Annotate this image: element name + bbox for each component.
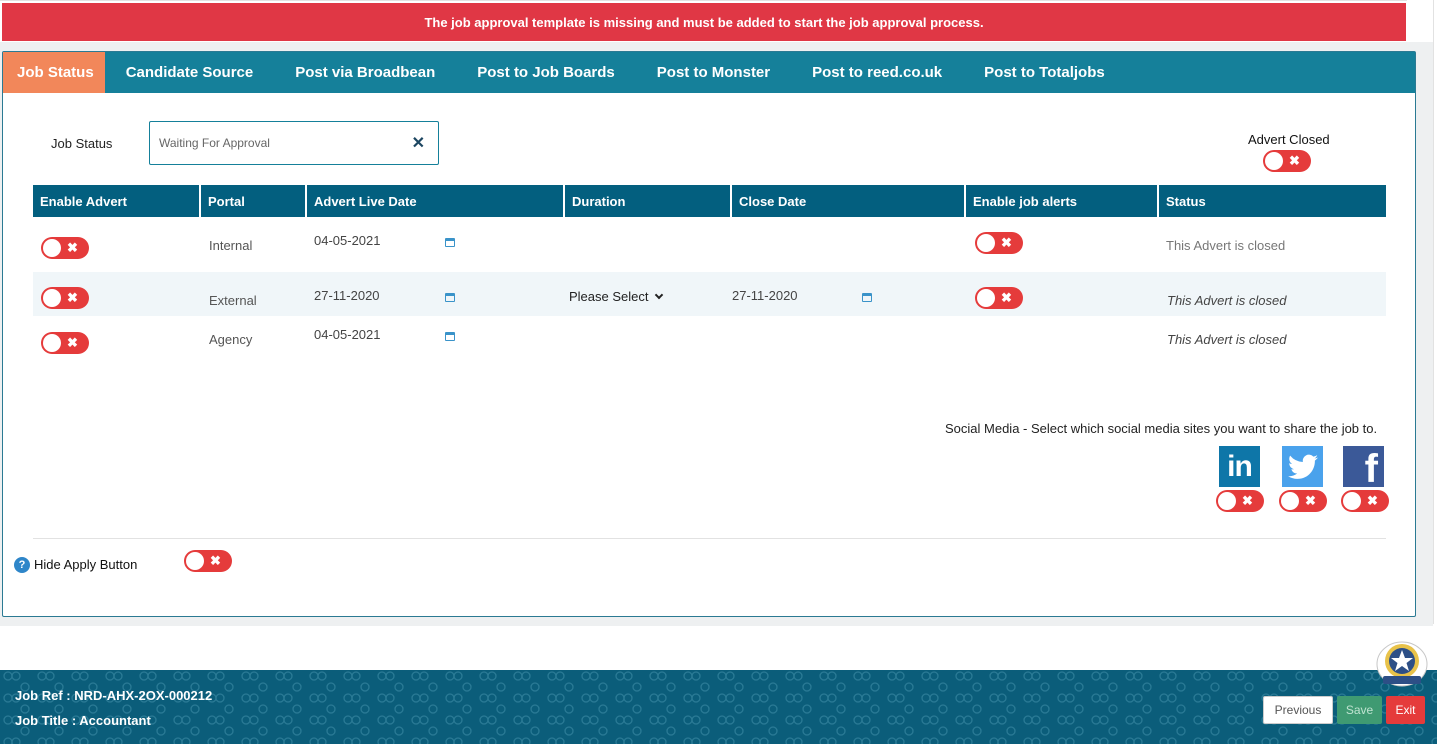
tab-candidate-source[interactable]: Candidate Source — [105, 52, 275, 93]
header-status: Status — [1159, 185, 1386, 217]
portal-internal: Internal — [209, 238, 253, 253]
toggle-off-icon: ✖ — [210, 553, 221, 568]
approval-alert-banner: The job approval template is missing and… — [2, 3, 1406, 41]
linkedin-icon[interactable]: in — [1219, 446, 1260, 487]
scroll-divider — [1433, 0, 1434, 624]
linkedin-share-toggle[interactable]: ✖ — [1216, 490, 1264, 512]
toggle-off-icon: ✖ — [67, 335, 78, 350]
toggle-knob — [43, 289, 61, 307]
toggle-knob — [186, 552, 204, 570]
toggle-knob — [1343, 492, 1361, 510]
tab-job-status[interactable]: Job Status — [3, 52, 105, 93]
toggle-knob — [1218, 492, 1236, 510]
hide-apply-toggle[interactable]: ✖ — [184, 550, 232, 572]
toggle-off-icon: ✖ — [1289, 153, 1300, 168]
header-enable-job-alerts: Enable job alerts — [966, 185, 1159, 217]
job-ref: Job Ref : NRD-AHX-2OX-000212 — [15, 688, 213, 703]
toggle-off-icon: ✖ — [1367, 493, 1378, 508]
job-alerts-toggle-external[interactable]: ✖ — [975, 287, 1023, 309]
footer-bar: Job Ref : NRD-AHX-2OX-000212 Job Title :… — [0, 670, 1437, 744]
facebook-glyph: f — [1364, 447, 1378, 491]
advert-closed-label: Advert Closed — [1248, 132, 1330, 147]
chevron-down-icon — [654, 290, 663, 300]
header-close-date: Close Date — [732, 185, 966, 217]
toggle-knob — [1281, 492, 1299, 510]
job-status-value: Waiting For Approval — [159, 136, 270, 150]
twitter-share-toggle[interactable]: ✖ — [1279, 490, 1327, 512]
enable-advert-toggle-agency[interactable]: ✖ — [41, 332, 89, 354]
tab-post-via-broadbean[interactable]: Post via Broadbean — [274, 52, 456, 93]
header-portal: Portal — [201, 185, 307, 217]
enable-advert-toggle-internal[interactable]: ✖ — [41, 237, 89, 259]
tab-post-to-reed[interactable]: Post to reed.co.uk — [791, 52, 963, 93]
twitter-icon[interactable] — [1282, 446, 1323, 487]
hide-apply-label: Hide Apply Button — [34, 557, 138, 572]
status-external: This Advert is closed — [1167, 293, 1287, 308]
toggle-off-icon: ✖ — [1242, 493, 1253, 508]
job-title: Job Title : Accountant — [15, 713, 151, 728]
star-badge-icon[interactable] — [1375, 640, 1429, 688]
job-alerts-toggle-internal[interactable]: ✖ — [975, 232, 1023, 254]
tab-post-to-job-boards[interactable]: Post to Job Boards — [456, 52, 636, 93]
portal-agency: Agency — [209, 332, 253, 347]
calendar-icon[interactable] — [445, 238, 455, 247]
portal-external: External — [209, 293, 257, 308]
divider — [33, 538, 1386, 539]
calendar-icon[interactable] — [445, 293, 455, 302]
close-icon[interactable]: ✕ — [412, 133, 425, 153]
close-date-external[interactable]: 27-11-2020 — [732, 288, 798, 303]
header-enable-advert: Enable Advert — [33, 185, 201, 217]
status-internal: This Advert is closed — [1166, 238, 1286, 253]
previous-button[interactable]: Previous — [1263, 696, 1333, 724]
duration-value: Please Select — [569, 289, 649, 304]
live-date-internal[interactable]: 04-05-2021 — [314, 233, 381, 248]
linkedin-glyph: in — [1227, 449, 1253, 483]
status-agency: This Advert is closed — [1167, 332, 1287, 347]
toggle-knob — [977, 289, 995, 307]
facebook-icon[interactable]: f — [1343, 446, 1384, 491]
enable-advert-toggle-external[interactable]: ✖ — [41, 287, 89, 309]
tab-post-to-totaljobs[interactable]: Post to Totaljobs — [963, 52, 1126, 93]
toggle-off-icon: ✖ — [1305, 493, 1316, 508]
footer-pattern — [0, 670, 1437, 744]
save-button[interactable]: Save — [1337, 696, 1382, 724]
calendar-icon[interactable] — [862, 293, 872, 302]
toggle-off-icon: ✖ — [1001, 235, 1012, 250]
job-status-label: Job Status — [51, 136, 113, 151]
advert-closed-toggle[interactable]: ✖ — [1263, 150, 1311, 172]
calendar-icon[interactable] — [445, 332, 455, 341]
help-icon[interactable]: ? — [14, 557, 30, 573]
toggle-knob — [43, 334, 61, 352]
tab-bar: Job Status Candidate Source Post via Bro… — [3, 52, 1415, 93]
toggle-off-icon: ✖ — [1001, 290, 1012, 305]
live-date-agency[interactable]: 04-05-2021 — [314, 327, 381, 342]
job-status-select[interactable]: Waiting For Approval ✕ — [149, 121, 439, 165]
duration-select[interactable]: Please Select — [569, 289, 663, 304]
toggle-knob — [43, 239, 61, 257]
top-border — [0, 0, 1407, 1]
social-media-label: Social Media - Select which social media… — [945, 421, 1378, 436]
toggle-knob — [1265, 152, 1283, 170]
header-duration: Duration — [565, 185, 732, 217]
tab-post-to-monster[interactable]: Post to Monster — [636, 52, 791, 93]
live-date-external[interactable]: 27-11-2020 — [314, 288, 380, 303]
toggle-off-icon: ✖ — [67, 290, 78, 305]
header-advert-live-date: Advert Live Date — [307, 185, 565, 217]
alert-message: The job approval template is missing and… — [424, 14, 984, 30]
toggle-knob — [977, 234, 995, 252]
toggle-off-icon: ✖ — [67, 240, 78, 255]
exit-button[interactable]: Exit — [1386, 696, 1425, 724]
job-status-panel: Job Status Candidate Source Post via Bro… — [2, 51, 1416, 617]
facebook-share-toggle[interactable]: ✖ — [1341, 490, 1389, 512]
adverts-table-header: Enable Advert Portal Advert Live Date Du… — [33, 185, 1386, 217]
twitter-bird-icon — [1287, 454, 1318, 479]
